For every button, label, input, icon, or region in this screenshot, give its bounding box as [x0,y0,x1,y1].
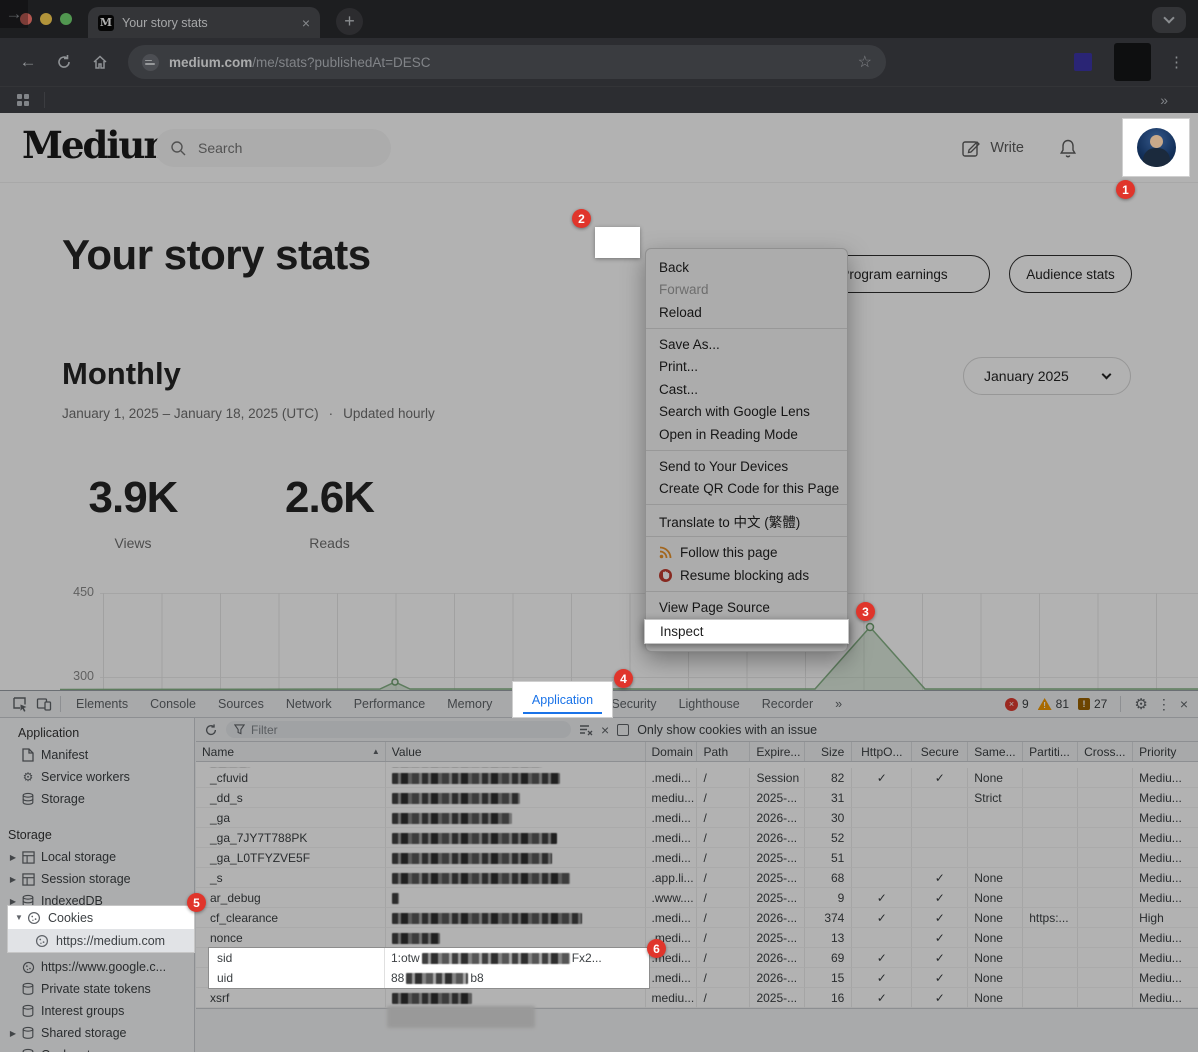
highlight-application-tab[interactable]: Application [513,682,612,717]
highlight-avatar [1123,119,1189,176]
menu-item-inspect[interactable]: Inspect [644,619,849,644]
annotation-badge-4: 4 [614,669,633,688]
dim-overlay [0,0,1198,1052]
expanded-icon[interactable]: ▼ [12,913,26,922]
highlight-cookies-tree: ▼ Cookies https://medium.com [8,906,194,952]
cookie-value-cell: 88b8 [385,971,484,985]
annotation-badge-2: 2 [572,209,591,228]
sidebar-item-cookies[interactable]: ▼ Cookies [8,906,194,929]
redacted-value [422,953,570,964]
annotation-badge-3: 3 [856,602,875,621]
highlight-click-target [595,227,640,258]
cookie-name-cell: uid [209,968,385,988]
user-avatar[interactable] [1137,128,1176,167]
cookie-table-row[interactable]: uid 88b8 [209,968,649,988]
screenshot-root: M Your story stats × + ← → medium.com/me… [0,0,1198,1052]
highlight-sid-uid-rows: sid 1:otwFx2... uid 88b8 [208,947,650,989]
cookie-table-row[interactable]: sid 1:otwFx2... [209,948,649,968]
sidebar-item-label: Cookies [48,911,93,925]
avatar-figure [1150,135,1163,148]
cookie-value-cell: 1:otwFx2... [385,951,602,965]
annotation-badge-5: 5 [187,893,206,912]
cookie-icon [26,910,42,926]
sidebar-item-label: https://medium.com [56,934,165,948]
redacted-value [406,973,468,984]
annotation-badge-6: 6 [647,939,666,958]
cookie-icon [34,933,50,949]
avatar-figure [1143,148,1170,167]
annotation-badge-1: 1 [1116,180,1135,199]
cookie-name-cell: sid [209,948,385,968]
sidebar-item-medium-cookies[interactable]: https://medium.com [8,929,194,952]
